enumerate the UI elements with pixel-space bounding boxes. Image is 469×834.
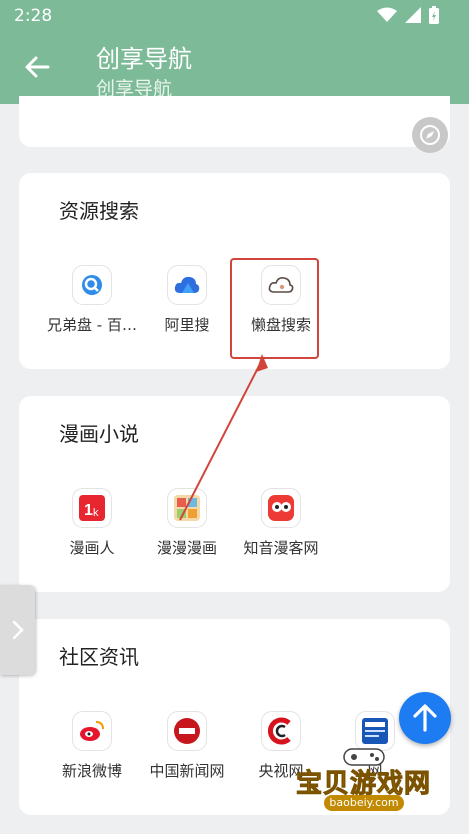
svg-text:k: k (93, 507, 99, 519)
chinanews-icon (167, 711, 207, 751)
search-magnifier-icon (72, 265, 112, 305)
manhuaren-icon: 1k (72, 488, 112, 528)
battery-icon (429, 6, 439, 24)
site-item-label: 漫漫漫画 (156, 539, 217, 557)
chevron-right-icon (12, 620, 24, 640)
section-title: 漫画小说 (59, 422, 139, 446)
annotation-highlight-box (230, 258, 319, 359)
site-item-label: 中国新闻网 (149, 762, 225, 780)
site-item[interactable]: 知音漫客网 (231, 488, 331, 562)
section-title: 资源搜索 (59, 199, 139, 223)
site-item-label: 阿里搜 (164, 316, 210, 334)
compass-button[interactable] (412, 117, 448, 153)
back-arrow-icon[interactable] (22, 52, 52, 82)
svg-text:1: 1 (84, 502, 93, 519)
site-item[interactable]: 1k 漫画人 (42, 488, 142, 562)
watermark-logo: 宝贝游戏网 baobeiy.com (290, 745, 440, 815)
site-item-label: 知音漫客网 (243, 539, 319, 557)
watermark-url: baobeiy.com (324, 795, 404, 811)
side-drawer-handle[interactable] (0, 585, 35, 675)
status-time: 2:28 (14, 6, 53, 26)
site-item[interactable]: 漫漫漫画 (137, 488, 237, 562)
previous-section-card (19, 96, 450, 153)
site-item-label: 兄弟盘 - 百… (47, 316, 137, 334)
zhiyin-icon (261, 488, 301, 528)
site-item[interactable]: 中国新闻网 (137, 711, 237, 785)
site-item[interactable]: 阿里搜 (137, 265, 237, 339)
section-card-comics-novels: 漫画小说 1k 漫画人 漫漫漫画 知音漫客网 (19, 396, 450, 592)
site-item[interactable]: 兄弟盘 - 百… (42, 265, 142, 339)
site-item[interactable]: 新浪微博 (42, 711, 142, 785)
manmanmanhua-icon (167, 488, 207, 528)
status-icons (377, 6, 439, 24)
page-title: 创享导航 (96, 45, 192, 73)
signal-icon (405, 7, 421, 23)
weibo-icon (72, 711, 112, 751)
site-item-label: 漫画人 (69, 539, 115, 557)
compass-icon (420, 125, 440, 145)
site-item-label: 新浪微博 (61, 762, 122, 780)
wifi-icon (377, 7, 397, 22)
cloud-icon (167, 265, 207, 305)
scroll-to-top-button[interactable] (399, 692, 451, 744)
section-title: 社区资讯 (59, 645, 139, 669)
arrow-up-icon (413, 704, 437, 732)
status-bar: 2:28 (0, 0, 469, 34)
app-bar: 创享导航 创享导航 (0, 34, 469, 104)
